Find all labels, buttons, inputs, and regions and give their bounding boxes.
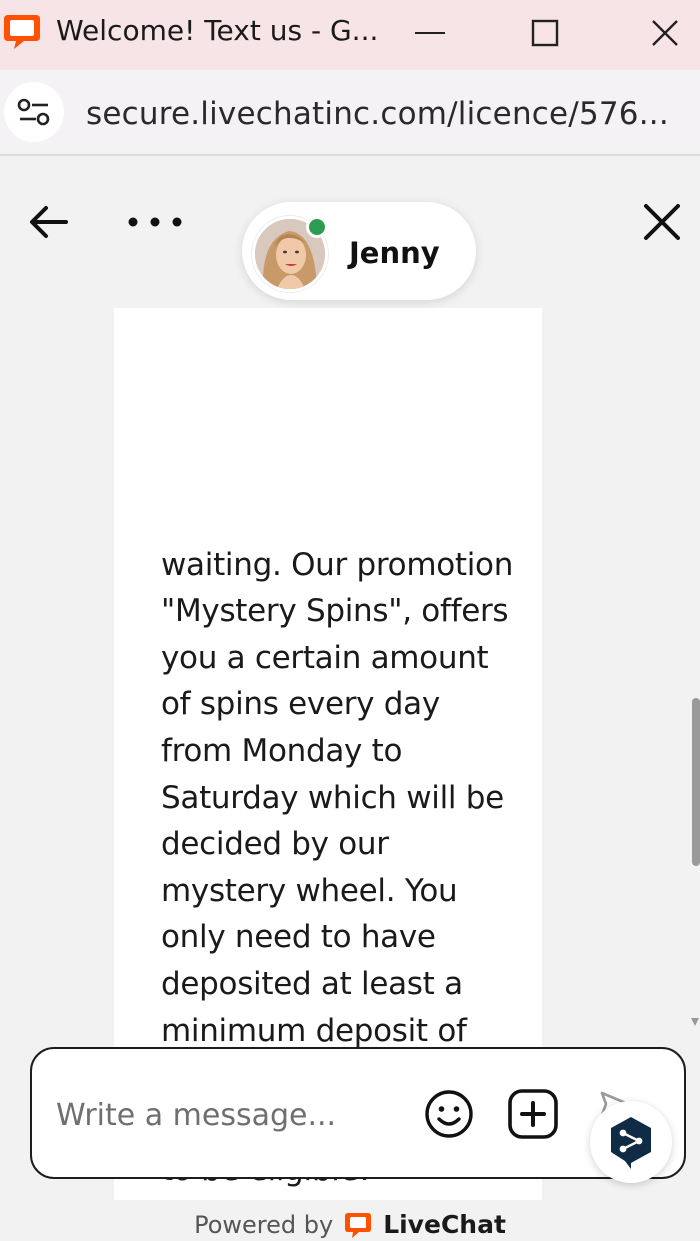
arrow-left-icon[interactable] xyxy=(26,198,74,246)
tune-icon xyxy=(17,98,50,126)
window-title: Welcome! Text us - G... xyxy=(56,14,379,47)
minimize-icon xyxy=(415,32,445,34)
address-bar: secure.livechatinc.com/licence/576... xyxy=(0,70,700,156)
more-dots-icon[interactable] xyxy=(124,198,186,246)
message-input[interactable] xyxy=(56,1087,416,1143)
scroll-fade xyxy=(114,308,542,342)
plus-square-icon[interactable] xyxy=(506,1087,560,1141)
agent-header: Jenny xyxy=(242,202,476,300)
chat-window: waiting. Our promotion "Mystery Spins", … xyxy=(0,158,700,1241)
close-icon xyxy=(652,20,678,46)
powered-by-text: Powered by xyxy=(194,1210,334,1239)
window-close-button[interactable] xyxy=(640,10,690,56)
window-titlebar: Welcome! Text us - G... xyxy=(0,0,700,70)
minimize-button[interactable] xyxy=(405,10,455,56)
emoji-icon[interactable] xyxy=(422,1087,476,1141)
close-icon[interactable] xyxy=(638,198,686,246)
site-settings-button[interactable] xyxy=(4,82,64,142)
livechat-brand-link[interactable]: LiveChat xyxy=(383,1210,506,1239)
livechat-logo-icon xyxy=(4,15,40,49)
maximize-icon xyxy=(531,19,559,47)
livechat-logo-icon xyxy=(345,1212,372,1238)
maximize-button[interactable] xyxy=(520,10,570,56)
scrollbar-thumb[interactable] xyxy=(692,698,700,866)
online-status-indicator xyxy=(306,216,328,238)
deepl-icon xyxy=(611,1117,651,1169)
agent-name: Jenny xyxy=(349,236,440,270)
powered-by-footer: Powered by LiveChat xyxy=(0,1208,700,1241)
translate-button[interactable] xyxy=(590,1101,672,1183)
message-composer xyxy=(30,1047,686,1179)
scroll-down-arrow-icon[interactable] xyxy=(690,1016,700,1028)
url-text[interactable]: secure.livechatinc.com/licence/576... xyxy=(86,96,669,132)
